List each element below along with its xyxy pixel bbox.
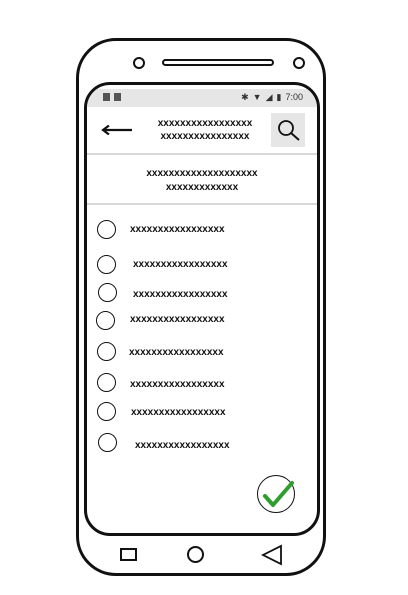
screen: ✱ ▼ ◢ ▮ 7:00 xxxxxxxxxxxxxxxxx xxxxxxxxx…: [84, 82, 320, 536]
system-icons: ✱ ▼ ◢ ▮ 7:00: [241, 92, 303, 103]
radio-button[interactable]: [98, 433, 117, 452]
subheader-text: xxxxxxxxxxxxxxxxxxxx xxxxxxxxxxxxx: [87, 167, 317, 195]
back-triangle-icon[interactable]: [261, 544, 283, 566]
notification-icon: [114, 93, 121, 101]
status-time: 7:00: [285, 92, 303, 102]
checkmark-icon: [263, 481, 294, 507]
radio-button[interactable]: [97, 342, 116, 361]
battery-icon: ▮: [276, 92, 282, 102]
home-button[interactable]: [187, 546, 204, 563]
notification-icon: [103, 93, 110, 101]
radio-option-label: xxxxxxxxxxxxxxxxx: [129, 347, 224, 358]
recent-apps-button[interactable]: [120, 548, 137, 561]
radio-button[interactable]: [97, 373, 116, 392]
radio-button[interactable]: [97, 220, 116, 239]
subheader-line: xxxxxxxxxxxxx: [165, 182, 239, 193]
radio-button[interactable]: [98, 283, 117, 302]
radio-option-label: xxxxxxxxxxxxxxxxx: [130, 314, 225, 325]
search-button[interactable]: [271, 113, 305, 147]
wifi-icon: ▼: [252, 92, 262, 102]
radio-option-label: xxxxxxxxxxxxxxxxx: [130, 224, 225, 235]
subheader-line: xxxxxxxxxxxxxxxxxxxx: [146, 168, 258, 179]
proximity-sensor: [293, 57, 305, 69]
radio-button[interactable]: [97, 255, 116, 274]
arrow-left-icon[interactable]: [101, 125, 133, 135]
radio-button[interactable]: [96, 311, 115, 330]
page-title: xxxxxxxxxxxxxxxxx xxxxxxxxxxxxxxxx: [145, 117, 265, 143]
radio-option-label: xxxxxxxxxxxxxxxxx: [133, 259, 228, 270]
radio-button[interactable]: [97, 402, 116, 421]
confirm-button[interactable]: [257, 475, 295, 513]
radio-option-label: xxxxxxxxxxxxxxxxx: [133, 289, 228, 300]
signal-icon: ◢: [265, 92, 273, 102]
radio-option-label: xxxxxxxxxxxxxxxxx: [130, 379, 225, 390]
notification-icons: [103, 93, 121, 101]
front-camera: [133, 57, 145, 69]
radio-option-label: xxxxxxxxxxxxxxxxx: [131, 407, 226, 418]
title-line: xxxxxxxxxxxxxxxxx: [157, 118, 253, 129]
status-bar: ✱ ▼ ◢ ▮ 7:00: [87, 89, 317, 107]
subheader: xxxxxxxxxxxxxxxxxxxx xxxxxxxxxxxxx: [87, 155, 317, 205]
bluetooth-icon: ✱: [241, 92, 249, 102]
radio-option-label: xxxxxxxxxxxxxxxxx: [135, 440, 230, 451]
search-icon: [278, 120, 300, 141]
app-bar: xxxxxxxxxxxxxxxxx xxxxxxxxxxxxxxxx: [87, 107, 317, 155]
title-line: xxxxxxxxxxxxxxxx: [160, 131, 250, 142]
speaker-grille: [162, 59, 274, 66]
